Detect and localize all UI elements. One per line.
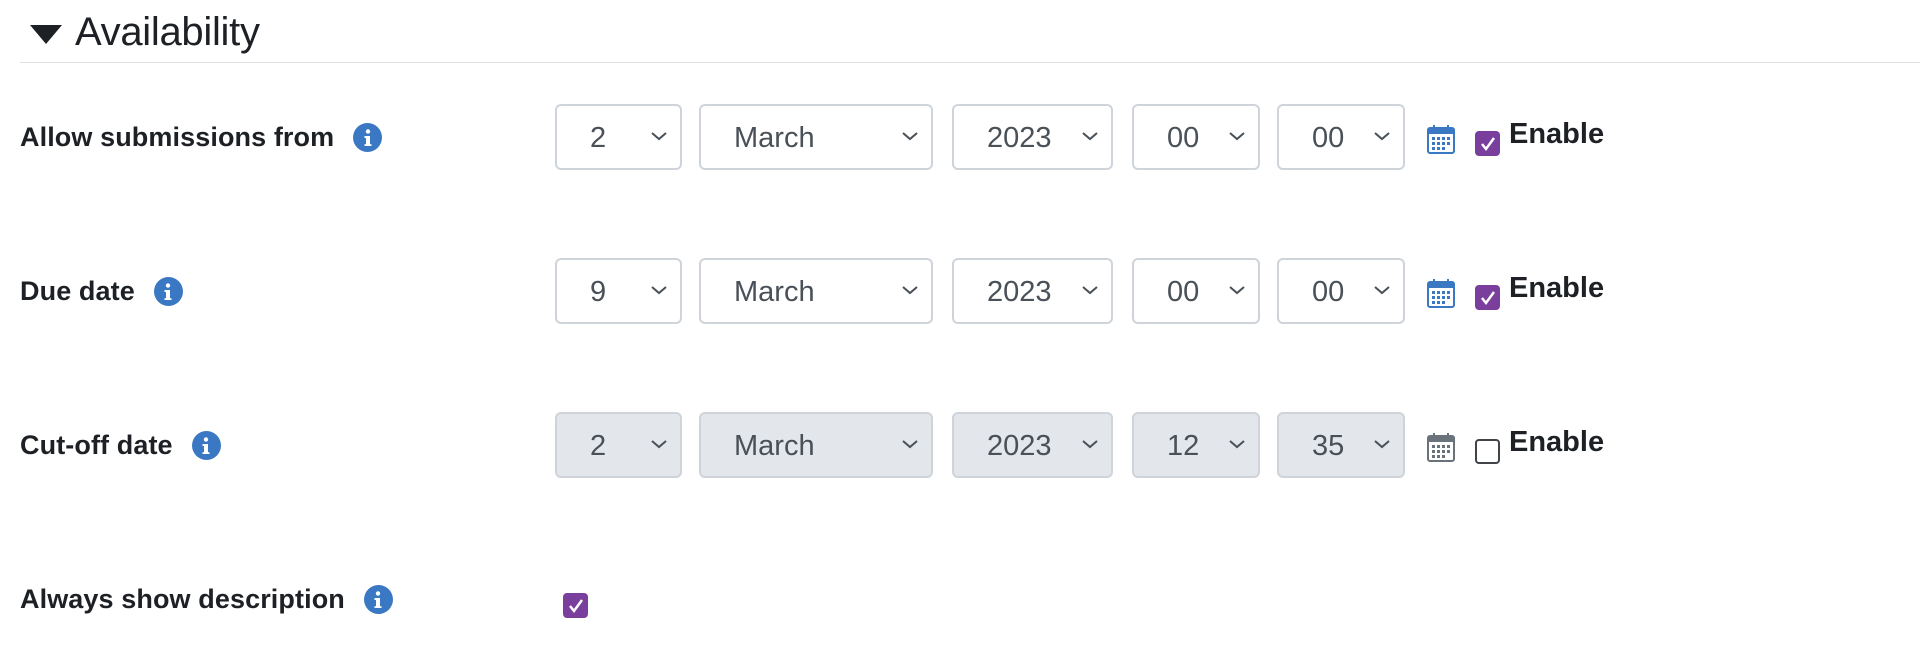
hour-select: 12: [1132, 412, 1260, 478]
row-cut-off-date: Cut-off date 2 March 2023 12 35 Enable: [0, 412, 1920, 482]
label-allow-submissions-from: Allow submissions from: [20, 122, 335, 152]
minute-select: 35: [1277, 412, 1405, 478]
chevron-down-icon: [1374, 440, 1390, 449]
minute-value: 00: [1312, 122, 1345, 154]
section-title: Availability: [75, 10, 260, 54]
enable-label: Enable: [1509, 272, 1605, 304]
chevron-down-icon: [1229, 286, 1245, 295]
day-value: 2: [590, 430, 607, 462]
enable-checkbox[interactable]: [1475, 439, 1500, 464]
enable-label: Enable: [1509, 118, 1605, 150]
row-label: Allow submissions from: [20, 122, 383, 153]
month-value: March: [734, 122, 815, 154]
info-icon[interactable]: [191, 431, 221, 460]
chevron-down-icon: [902, 286, 918, 295]
checkmark-icon: [1481, 291, 1496, 306]
row-allow-submissions-from: Allow submissions from 2 March 2023 00 0…: [0, 104, 1920, 174]
hour-value: 00: [1167, 122, 1200, 154]
label-always-show-description: Always show description: [20, 584, 345, 614]
availability-collapse-toggle[interactable]: Availability: [30, 10, 260, 55]
chevron-down-icon: [1082, 286, 1098, 295]
enable-label: Enable: [1509, 426, 1605, 458]
checkmark-icon: [569, 599, 584, 614]
minute-value: 35: [1312, 430, 1345, 462]
chevron-down-icon: [1374, 286, 1390, 295]
chevron-down-icon: [902, 440, 918, 449]
minute-select[interactable]: 00: [1277, 104, 1405, 170]
chevron-down-icon: [1374, 132, 1390, 141]
minute-select[interactable]: 00: [1277, 258, 1405, 324]
label-cut-off-date: Cut-off date: [20, 430, 173, 460]
hour-select[interactable]: 00: [1132, 258, 1260, 324]
row-always-show-description: Always show description: [0, 566, 1920, 636]
chevron-down-icon: [1229, 132, 1245, 141]
year-value: 2023: [987, 122, 1052, 154]
year-value: 2023: [987, 430, 1052, 462]
row-label: Due date: [20, 276, 183, 307]
enable-checkbox[interactable]: [1475, 131, 1500, 156]
calendar-icon: [1427, 433, 1455, 462]
hour-select[interactable]: 00: [1132, 104, 1260, 170]
chevron-down-icon: [651, 132, 667, 141]
month-value: March: [734, 276, 815, 308]
month-select[interactable]: March: [699, 258, 933, 324]
minute-value: 00: [1312, 276, 1345, 308]
row-label: Always show description: [20, 584, 393, 615]
day-select[interactable]: 9: [555, 258, 682, 324]
always-show-description-checkbox[interactable]: [563, 593, 588, 618]
row-due-date: Due date 9 March 2023 00 00 Enable: [0, 258, 1920, 328]
availability-section-header: Availability: [20, 0, 1920, 63]
year-select[interactable]: 2023: [952, 104, 1113, 170]
info-icon[interactable]: [153, 277, 183, 306]
label-due-date: Due date: [20, 276, 135, 306]
enable-checkbox[interactable]: [1475, 285, 1500, 310]
chevron-down-icon: [1082, 132, 1098, 141]
year-select[interactable]: 2023: [952, 258, 1113, 324]
hour-value: 12: [1167, 430, 1200, 462]
checkmark-icon: [1481, 137, 1496, 152]
day-select: 2: [555, 412, 682, 478]
year-value: 2023: [987, 276, 1052, 308]
info-icon[interactable]: [353, 123, 383, 152]
month-select[interactable]: March: [699, 104, 933, 170]
triangle-down-icon: [30, 25, 62, 44]
chevron-down-icon: [1229, 440, 1245, 449]
info-icon[interactable]: [363, 585, 393, 614]
month-value: March: [734, 430, 815, 462]
hour-value: 00: [1167, 276, 1200, 308]
month-select: March: [699, 412, 933, 478]
day-value: 9: [590, 276, 607, 308]
day-select[interactable]: 2: [555, 104, 682, 170]
row-label: Cut-off date: [20, 430, 221, 461]
chevron-down-icon: [651, 440, 667, 449]
year-select: 2023: [952, 412, 1113, 478]
calendar-icon[interactable]: [1427, 124, 1455, 154]
chevron-down-icon: [902, 132, 918, 141]
chevron-down-icon: [651, 286, 667, 295]
calendar-icon[interactable]: [1427, 278, 1455, 308]
chevron-down-icon: [1082, 440, 1098, 449]
day-value: 2: [590, 122, 607, 154]
